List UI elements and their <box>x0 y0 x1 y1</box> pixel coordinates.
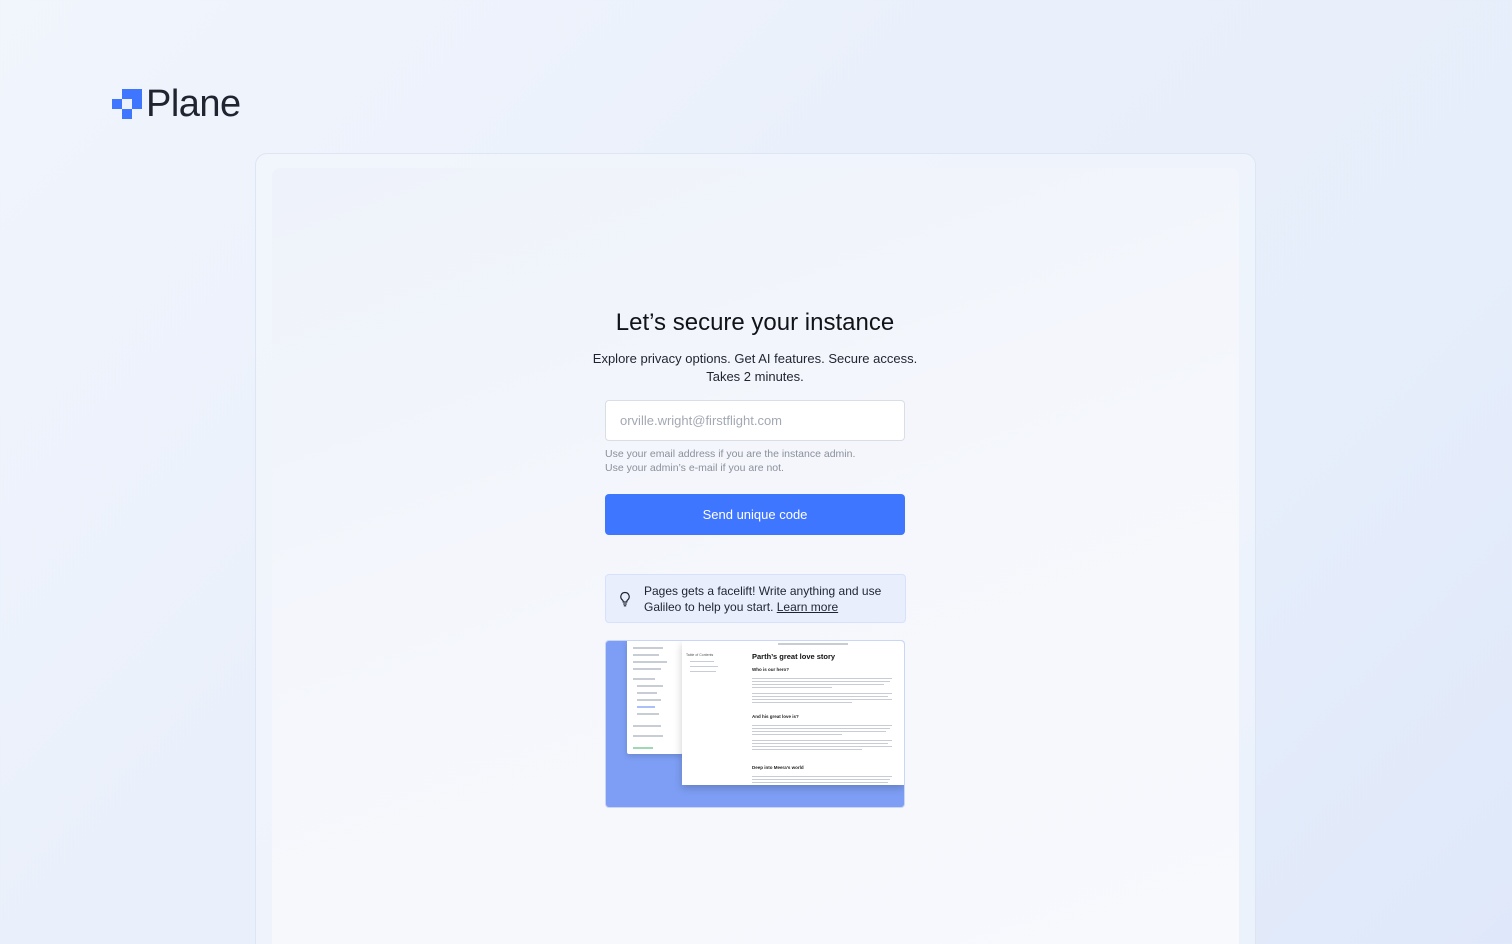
hint-line-1: Use your email address if you are the in… <box>605 448 856 460</box>
subtitle-line-1: Explore privacy options. Get AI features… <box>592 351 918 366</box>
preview-toc-title: Table of Contents <box>686 653 714 657</box>
subtitle-line-2: Takes 2 minutes. <box>706 369 804 384</box>
preview-heading-3: Deep into Meera’s world <box>752 765 804 770</box>
page-title: Let’s secure your instance <box>615 309 895 336</box>
hint-line-2: Use your admin’s e-mail if you are not. <box>605 462 784 474</box>
preview-doc-title: Parth’s great love story <box>752 652 836 661</box>
email-input[interactable] <box>605 400 905 441</box>
promo-message: Pages gets a facelift! Write anything an… <box>644 583 882 614</box>
promo-text: Pages gets a facelift! Write anything an… <box>644 583 895 615</box>
preview-heading-2: And his great love is? <box>752 714 799 719</box>
pages-promo-banner: Pages gets a facelift! Write anything an… <box>605 574 906 623</box>
preview-sidebar <box>627 641 683 754</box>
send-unique-code-button[interactable]: Send unique code <box>605 494 905 535</box>
plane-logo-icon <box>112 89 142 119</box>
auth-form: Let’s secure your instance Explore priva… <box>593 300 917 808</box>
plane-logo: Plane <box>112 84 241 124</box>
lightbulb-icon <box>620 591 630 606</box>
learn-more-link[interactable]: Learn more <box>777 600 838 614</box>
email-hint: Use your email address if you are the in… <box>605 447 905 475</box>
page-subtitle: Explore privacy options. Get AI features… <box>575 350 935 386</box>
preview-document: Table of Contents Parth’s great love sto… <box>682 641 904 785</box>
brand-name: Plane <box>146 83 241 125</box>
pages-preview-image: Table of Contents Parth’s great love sto… <box>605 640 905 808</box>
preview-heading-1: Who is our hero? <box>752 667 789 672</box>
